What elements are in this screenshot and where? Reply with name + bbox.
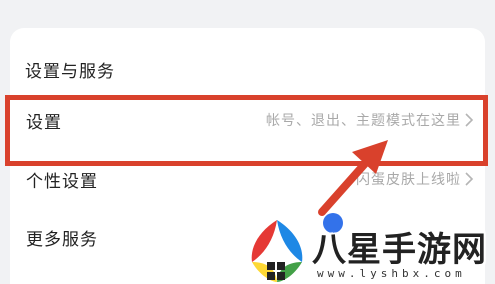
watermark-text: 八星手游网 xyxy=(312,230,487,270)
settings-row[interactable]: 设置 帐号、退出、主题模式在这里 xyxy=(10,92,485,148)
chevron-right-icon xyxy=(465,113,474,127)
settings-row-hint: 帐号、退出、主题模式在这里 xyxy=(266,113,461,129)
watermark: 八星手游网 www.lyshbx.com xyxy=(246,218,495,284)
personalization-row[interactable]: 个性设置 闪蛋皮肤上线啦 xyxy=(10,151,485,207)
watermark-logo-icon xyxy=(251,220,303,282)
watermark-url: www.lyshbx.com xyxy=(317,267,466,280)
more-services-row-label: 更多服务 xyxy=(26,229,98,250)
chevron-right-icon xyxy=(465,172,474,186)
personalization-row-label: 个性设置 xyxy=(26,171,98,192)
settings-page: 设置与服务 设置 帐号、退出、主题模式在这里 个性设置 闪蛋皮肤上线啦 更多服务 xyxy=(0,0,495,284)
personalization-row-hint: 闪蛋皮肤上线啦 xyxy=(356,172,461,188)
settings-row-label: 设置 xyxy=(26,112,62,133)
section-title: 设置与服务 xyxy=(25,62,115,82)
